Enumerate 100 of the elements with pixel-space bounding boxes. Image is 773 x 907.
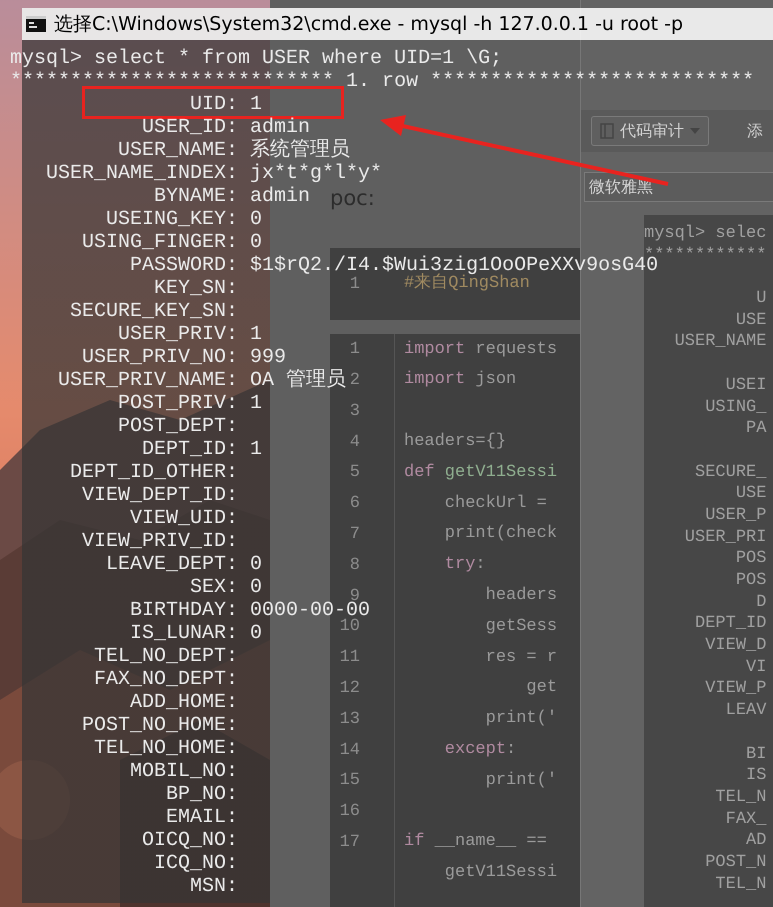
line-number: 4 (350, 432, 360, 452)
line-number: 15 (340, 771, 360, 790)
field-label: POST_DEPT: (117, 415, 238, 438)
caret-icon (690, 128, 700, 134)
field-label: USER_NAME_INDEX: (45, 162, 238, 185)
code-line: getSess (484, 616, 558, 638)
field-label: IS_LUNAR: (129, 622, 238, 645)
code-line: getV11Sessi (444, 862, 558, 884)
console-line: USEI (724, 374, 768, 396)
field-label: USEING_KEY: (105, 208, 238, 231)
field-label: PASSWORD: (129, 254, 238, 277)
code-line: get (525, 677, 558, 700)
line-number: 5 (350, 463, 360, 482)
field-value: 1 (250, 93, 262, 116)
console-line: TEL_N (714, 874, 768, 896)
console-line: USER_NAME (674, 331, 768, 354)
field-label: LEAVE_DEPT: (105, 553, 238, 576)
field-label: TEL_NO_HOME: (93, 737, 238, 760)
field-value: 999 (250, 346, 286, 369)
line-number: 16 (340, 802, 360, 822)
field-label: SEX: (189, 576, 238, 599)
field-value: admin (250, 116, 310, 139)
field-value: 0 (250, 553, 262, 576)
console-line: LEAV (724, 700, 768, 722)
field-label: KEY_SN: (153, 277, 238, 300)
field-label: FAX_NO_DEPT: (93, 668, 238, 691)
field-value: 0 (250, 576, 262, 599)
field-value: 0 (250, 622, 262, 645)
field-label: TEL_NO_DEPT: (93, 645, 238, 668)
line-number: 1 (350, 340, 360, 360)
console-line: FAX_ (724, 808, 768, 830)
console-line: USER_PRI (684, 526, 768, 548)
console-line: TEL_N (714, 786, 768, 809)
code-line: except: (444, 739, 516, 761)
field-label: POST_PRIV: (117, 392, 238, 415)
console-line: mysql> selec (644, 223, 768, 245)
field-label: OICQ_NO: (141, 829, 238, 852)
field-label: BYNAME: (153, 185, 238, 208)
console-line: VI (745, 656, 768, 678)
document-icon (600, 123, 614, 139)
field-label: VIEW_UID: (129, 507, 238, 530)
console-line: D (755, 592, 768, 614)
console-icon (26, 16, 46, 32)
field-value: jx*t*g*l*y* (250, 162, 382, 185)
field-label: VIEW_DEPT_ID: (81, 484, 238, 507)
field-label: POST_NO_HOME: (81, 714, 238, 737)
field-value: admin (250, 185, 310, 208)
console-line: VIEW_D (704, 635, 768, 657)
console-line: U (755, 288, 768, 310)
line-number: 8 (350, 556, 360, 575)
field-label: UID: (189, 93, 238, 116)
console-line: USE (734, 483, 768, 505)
code-line: print(' (484, 708, 558, 730)
field-label: USER_ID: (141, 116, 238, 139)
field-label: BP_NO: (165, 783, 238, 806)
line-number: 6 (350, 494, 360, 514)
code-line: #来自QingShan (404, 273, 530, 296)
field-label: MSN: (189, 875, 238, 898)
console-line: USER_P (704, 504, 768, 527)
field-label: ICQ_NO: (153, 852, 238, 875)
code-line: if __name__ == (403, 831, 547, 854)
line-number: 17 (340, 832, 360, 852)
console-line: DEPT_ID (694, 613, 768, 636)
line-number: 3 (350, 402, 360, 421)
field-label: ADD_HOME: (129, 691, 238, 714)
field-value: 1 (250, 438, 262, 461)
field-value: 1 (250, 392, 262, 415)
field-label: DEPT_ID_OTHER: (69, 461, 238, 484)
add-link[interactable]: 添 (747, 119, 763, 143)
code-line: headers (484, 585, 558, 608)
console-line: BI (745, 744, 768, 766)
code-line: print(check (444, 523, 558, 546)
field-value: 系统管理员 (250, 139, 350, 162)
field-label: USER_PRIV: (117, 323, 238, 346)
line-number: 13 (340, 710, 360, 729)
field-label: USER_PRIV_NAME: (57, 369, 238, 392)
line-number: 1 (350, 274, 360, 294)
console-line: SECURE_ (694, 462, 768, 484)
field-label: SECURE_KEY_SN: (69, 300, 238, 323)
field-label: BIRTHDAY: (129, 599, 238, 622)
code-line: res = r (484, 646, 558, 669)
console-line: AD (745, 830, 768, 852)
field-label: MOBIL_NO: (129, 760, 238, 783)
line-number: 12 (340, 678, 360, 698)
console-line: POS (734, 548, 768, 570)
line-number: 11 (340, 648, 360, 668)
field-label: USER_NAME: (117, 139, 238, 162)
dropdown-button[interactable]: 代码审计 (591, 116, 709, 146)
console-line: POS (734, 570, 768, 592)
code-line: checkUrl = (444, 492, 547, 515)
field-label: EMAIL: (165, 806, 238, 829)
console-line: *************************** 1. row *************************** (10, 70, 756, 93)
console-line: VIEW_P (704, 678, 768, 700)
field-label: DEPT_ID: (141, 438, 238, 461)
code-line: def getV11Sessi (403, 462, 558, 484)
line-number: 14 (340, 740, 360, 760)
console-line: USE (734, 310, 768, 332)
console-line: USING_ (704, 396, 768, 418)
code-line: try: (444, 554, 486, 576)
code-line: import json (403, 369, 516, 392)
